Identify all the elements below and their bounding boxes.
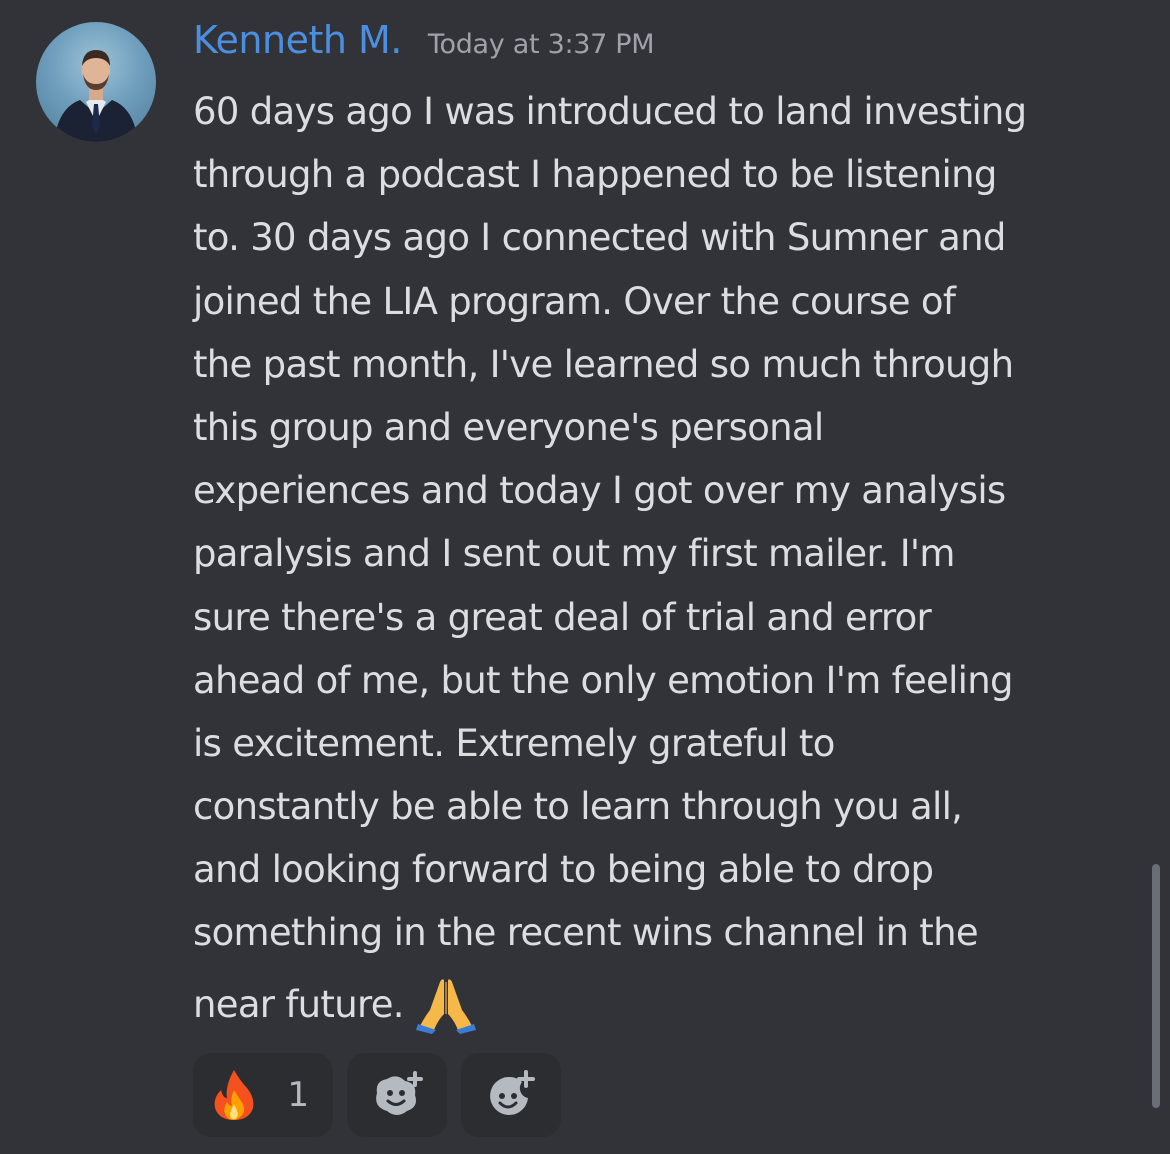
reaction-count: 1 xyxy=(287,1075,309,1115)
message-line: experiences and today I got over my anal… xyxy=(193,469,1006,513)
reaction-fire[interactable]: 1 xyxy=(193,1053,333,1137)
message-line: paralysis and I sent out my first mailer… xyxy=(193,532,955,576)
add-super-reaction-icon xyxy=(376,1071,423,1115)
message-line: ahead of me, but the only emotion I'm fe… xyxy=(193,658,1013,702)
message-content: 60 days ago I was introduced to land inv… xyxy=(193,80,1133,1036)
message-line: is excitement. Extremely grateful to xyxy=(193,721,835,765)
add-reaction-icon xyxy=(490,1070,535,1115)
chat-message: Kenneth M. Today at 3:37 PM 60 days ago … xyxy=(0,0,1170,1154)
timestamp: Today at 3:37 PM xyxy=(427,29,655,60)
fire-icon xyxy=(214,1070,254,1120)
add-reaction-button[interactable] xyxy=(461,1053,561,1137)
message-line: this group and everyone's personal xyxy=(193,405,824,449)
reactions-bar: 1 xyxy=(193,1053,561,1137)
message-line: constantly be able to learn through you … xyxy=(193,785,963,829)
message-line: the past month, I've learned so much thr… xyxy=(193,342,1014,386)
username[interactable]: Kenneth M. xyxy=(193,18,402,62)
message-line: joined the LIA program. Over the course … xyxy=(193,279,956,323)
message-line: sure there's a great deal of trial and e… xyxy=(193,595,932,639)
message-line: through a podcast I happened to be liste… xyxy=(193,153,997,197)
message-line: and looking forward to being able to dro… xyxy=(193,848,934,892)
scrollbar-thumb[interactable] xyxy=(1152,864,1160,1108)
add-super-reaction-button[interactable] xyxy=(347,1053,447,1137)
message-line: near future. xyxy=(193,982,405,1026)
user-avatar[interactable] xyxy=(36,22,156,142)
message-last-line: near future. xyxy=(193,973,1133,1036)
folded-hands-icon xyxy=(415,979,476,1035)
user-avatar-icon xyxy=(54,50,138,142)
message-line: something in the recent wins channel in … xyxy=(193,911,979,955)
message-header: Kenneth M. Today at 3:37 PM xyxy=(193,18,655,72)
message-line: to. 30 days ago I connected with Sumner … xyxy=(193,216,1006,260)
message-line: 60 days ago I was introduced to land inv… xyxy=(193,90,1027,133)
